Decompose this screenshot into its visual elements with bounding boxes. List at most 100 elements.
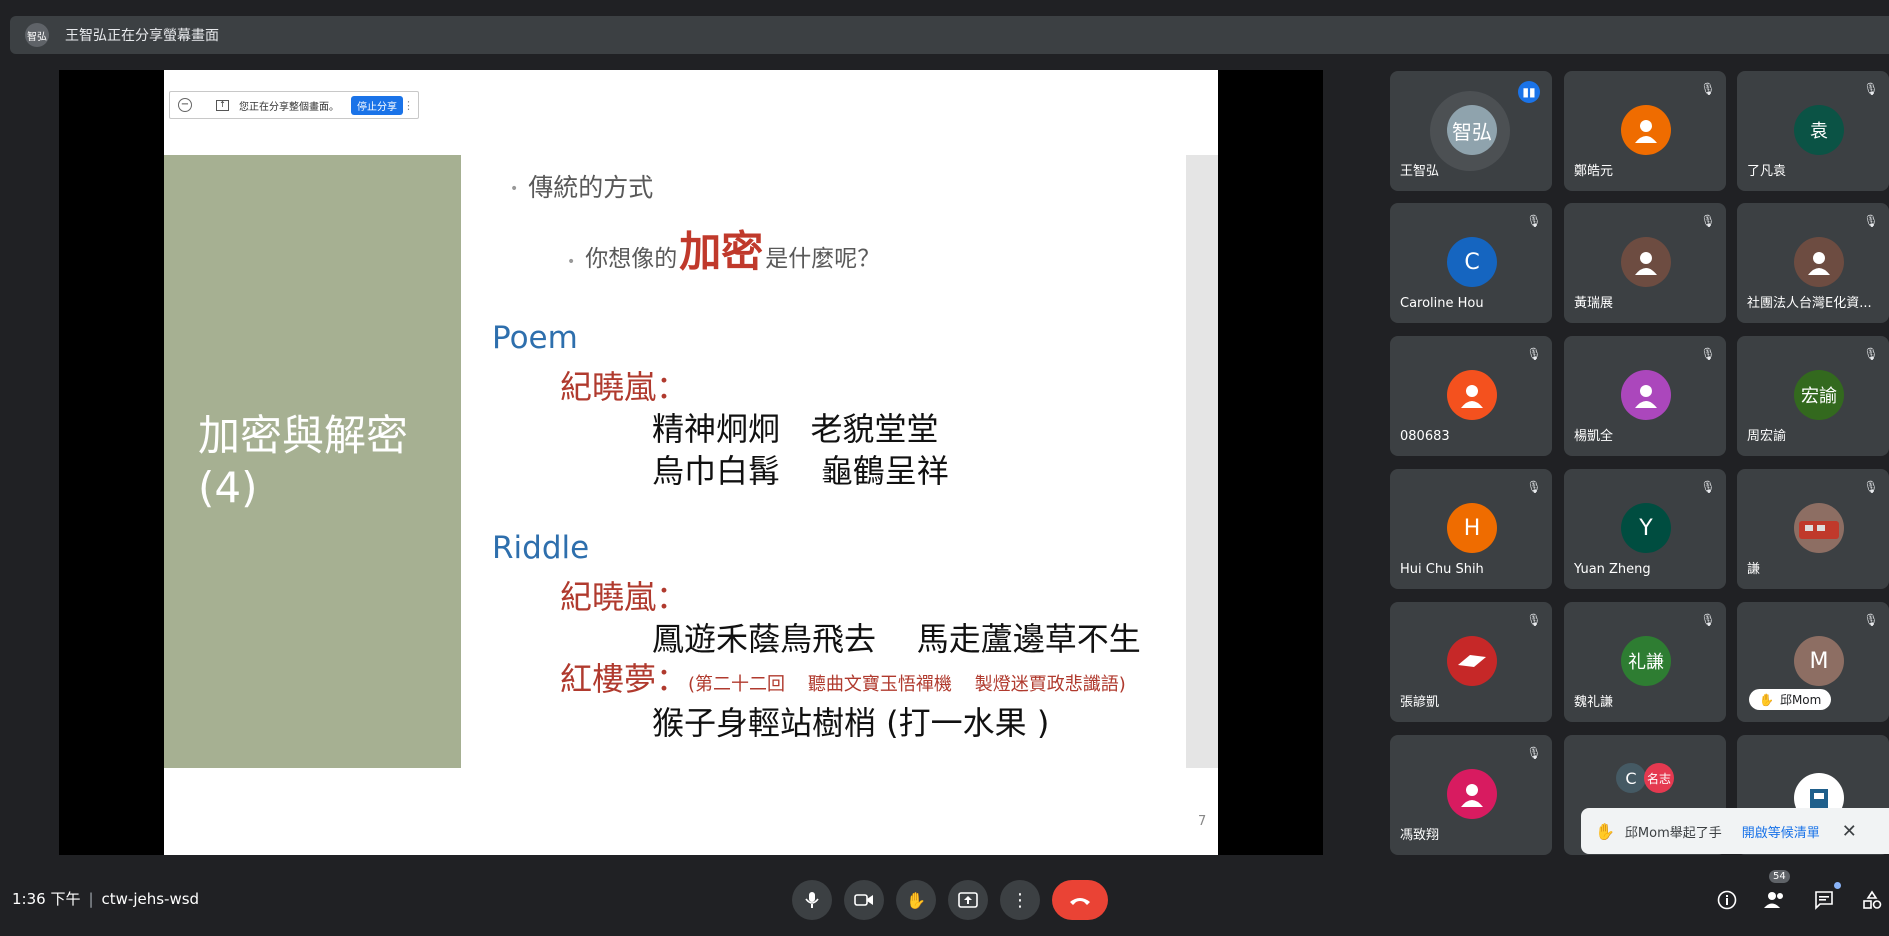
avatar: 智弘 <box>1447 105 1497 155</box>
person-icon <box>1808 252 1830 275</box>
poem-line-1: 精神炯炯 老貌堂堂 <box>652 410 939 448</box>
riddle-note: (第二十二回 聽曲文寶玉悟禪機 製燈迷賈政悲讖語) <box>688 674 1126 695</box>
mic-button[interactable] <box>792 880 832 920</box>
more-vert-icon: ⋮ <box>1011 889 1029 911</box>
raise-hand-button[interactable]: ✋ <box>896 880 936 920</box>
camera-icon <box>854 894 873 906</box>
participant-tile[interactable]: 礼謙 🎙 魏礼謙 <box>1564 602 1726 722</box>
avatar <box>1621 105 1671 155</box>
avatar: C <box>1447 237 1497 287</box>
hand-icon: ✋ <box>906 890 926 910</box>
poem-line-2: 烏巾白髯 龜鶴呈祥 <box>652 452 949 490</box>
avatar: 名志 <box>1644 763 1674 793</box>
participant-tile[interactable]: 智弘 ▮▮ 王智弘 <box>1390 71 1552 191</box>
person-icon <box>1635 120 1657 143</box>
close-icon[interactable]: ✕ <box>1842 821 1857 842</box>
mic-off-icon: 🎙 <box>1526 214 1542 228</box>
train-photo-icon <box>1799 521 1839 539</box>
activities-button[interactable] <box>1856 884 1888 916</box>
hand-icon: ✋ <box>1759 692 1774 707</box>
participant-tile[interactable]: 🎙 鄭皓元 <box>1564 71 1726 191</box>
person-icon <box>1461 784 1483 807</box>
mic-off-icon: 🎙 <box>1526 613 1542 627</box>
participant-tile[interactable]: 🎙 黃瑞展 <box>1564 203 1726 323</box>
participant-tile[interactable]: 🎙 楊凱全 <box>1564 336 1726 456</box>
avatar <box>1794 237 1844 287</box>
participant-tile[interactable]: 🎙 張諺凱 <box>1390 602 1552 722</box>
meeting-code: ctw-jehs-wsd <box>101 890 200 908</box>
mic-off-icon: 🎙 <box>1700 480 1716 494</box>
person-icon <box>1461 385 1483 408</box>
slide-page-number: 7 <box>1198 814 1207 829</box>
avatar <box>1447 769 1497 819</box>
avatar: 袁 <box>1794 105 1844 155</box>
mic-off-icon: 🎙 <box>1526 347 1542 361</box>
mic-off-icon: 🎙 <box>1863 214 1879 228</box>
avatar <box>1447 636 1497 686</box>
participant-tile[interactable]: 🎙 馮致翔 <box>1390 735 1552 855</box>
info-icon <box>1717 890 1737 910</box>
presenter-avatar: 智弘 <box>25 23 49 47</box>
chat-icon <box>1815 891 1833 910</box>
sharing-toolbar: − ↑ 您正在分享整個畫面。 停止分享 ⋮ <box>169 91 419 119</box>
participant-tile[interactable]: 🎙 社團法人台灣E化資... <box>1737 203 1889 323</box>
activities-icon <box>1863 890 1882 909</box>
presentation-banner: 智弘 王智弘正在分享螢幕畫面 <box>10 16 1889 54</box>
participant-tile[interactable]: 🎙 謙 <box>1737 469 1889 589</box>
riddle-author: 紀曉嵐： <box>560 578 689 616</box>
participant-tile[interactable]: Y 🎙 Yuan Zheng <box>1564 469 1726 589</box>
mic-off-icon: 🎙 <box>1863 347 1879 361</box>
avatar: C <box>1616 763 1646 793</box>
riddle-line-2: 猴子身輕站樹梢 (打一水果 ) <box>652 704 1050 742</box>
present-button[interactable] <box>948 880 988 920</box>
people-button[interactable] <box>1759 884 1791 916</box>
poem-heading: Poem <box>492 320 578 356</box>
mic-off-icon: 🎙 <box>1863 613 1879 627</box>
avatar: 宏諭 <box>1794 370 1844 420</box>
slide: − ↑ 您正在分享整個畫面。 停止分享 ⋮ 加密與解密 (4) • 傳統的方式 •… <box>164 70 1218 855</box>
shared-screen: − ↑ 您正在分享整個畫面。 停止分享 ⋮ 加密與解密 (4) • 傳統的方式 •… <box>59 70 1323 855</box>
avatar <box>1447 370 1497 420</box>
avatar <box>1621 370 1671 420</box>
person-icon <box>1635 252 1657 275</box>
stop-sharing-button[interactable]: 停止分享 <box>351 95 403 115</box>
minimize-icon[interactable]: − <box>178 98 192 112</box>
participant-tile[interactable]: M 🎙 ✋ 邱Mom <box>1737 602 1889 722</box>
meeting-details-button[interactable] <box>1711 884 1743 916</box>
hand-raise-notification: ✋ 邱Mom舉起了手 開啟等候清單 ✕ <box>1581 808 1889 854</box>
clock: 1:36 下午 <box>12 890 81 908</box>
hand-raise-message: 邱Mom舉起了手 <box>1624 825 1722 841</box>
camera-button[interactable] <box>844 880 884 920</box>
person-icon <box>1635 385 1657 408</box>
chat-unread-dot <box>1834 882 1841 889</box>
mic-off-icon: 🎙 <box>1700 82 1716 96</box>
hand-icon: ✋ <box>1595 821 1615 841</box>
mic-off-icon: 🎙 <box>1526 746 1542 760</box>
mic-off-icon: 🎙 <box>1700 214 1716 228</box>
more-icon[interactable]: ⋮ <box>403 99 414 112</box>
participant-tile[interactable]: C 🎙 Caroline Hou <box>1390 203 1552 323</box>
mic-off-icon: 🎙 <box>1863 480 1879 494</box>
participant-tile[interactable]: 🎙 080683 <box>1390 336 1552 456</box>
avatar: Y <box>1621 503 1671 553</box>
participant-tile[interactable]: H 🎙 Hui Chu Shih <box>1390 469 1552 589</box>
participant-tile[interactable]: 宏諭 🎙 周宏諭 <box>1737 336 1889 456</box>
bullet-1: • 傳統的方式 <box>510 173 654 202</box>
chat-button[interactable] <box>1808 884 1840 916</box>
avatar: H <box>1447 503 1497 553</box>
more-options-button[interactable]: ⋮ <box>1000 880 1040 920</box>
upload-icon: ↑ <box>216 99 229 111</box>
mic-off-icon: 🎙 <box>1526 480 1542 494</box>
logo-icon <box>1458 655 1486 667</box>
hang-up-icon <box>1070 898 1090 905</box>
avatar <box>1794 503 1844 553</box>
slide-title-panel: 加密與解密 (4) <box>164 155 461 768</box>
raised-hand-chip: ✋ 邱Mom <box>1749 689 1832 710</box>
participant-tile[interactable]: 袁 🎙 了凡袁 <box>1737 71 1889 191</box>
speaking-icon: ▮▮ <box>1518 81 1540 103</box>
open-queue-link[interactable]: 開啟等候清單 <box>1742 822 1820 841</box>
slide-side-strip <box>1186 155 1218 768</box>
leave-call-button[interactable] <box>1052 880 1108 920</box>
bottom-toolbar: 1:36 下午 | ctw-jehs-wsd ✋ ⋮ 54 <box>0 868 1889 936</box>
avatar: M <box>1794 636 1844 686</box>
